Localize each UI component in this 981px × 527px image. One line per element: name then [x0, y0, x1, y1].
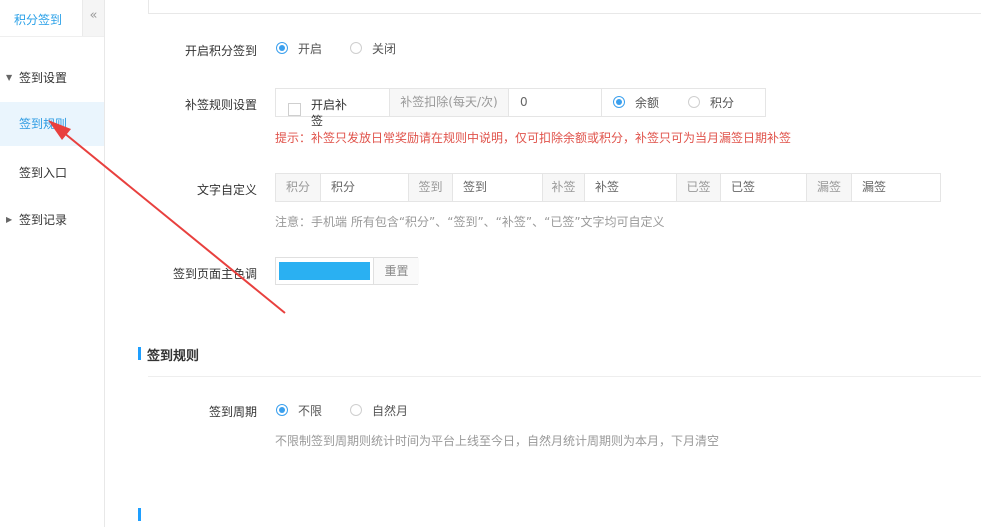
radio-unchecked-icon — [350, 404, 362, 416]
reset-color-button[interactable]: 重置 — [373, 258, 419, 284]
nav-group-label: 签到记录 — [19, 213, 68, 227]
app-title[interactable]: 积分签到 — [14, 11, 62, 28]
makeup-checkbox-label-1: 开启补 — [311, 98, 348, 112]
main-content: 开启积分签到 开启 关闭 补签规则设置 开启补 签 补签扣除(每天/次) 0 余… — [105, 0, 981, 527]
radio-checked-icon — [276, 404, 288, 416]
caret-right-icon: ▶ — [6, 215, 13, 224]
radio-unchecked-icon — [688, 96, 700, 108]
top-panel — [148, 0, 981, 14]
text-addon-sign: 签到 — [409, 174, 453, 201]
nav-group-label: 签到设置 — [19, 71, 68, 85]
section-title: 签到规则 — [147, 349, 200, 364]
sidebar: 积分签到 « ▼ 签到设置 签到规则 签到入口 ▶ 签到记录 — [0, 0, 105, 527]
sidebar-item-label: 签到规则 — [19, 117, 68, 131]
makeup-checkbox[interactable] — [288, 103, 301, 116]
text-input-makeup[interactable]: 补签 — [585, 174, 677, 201]
radio-label: 余额 — [635, 96, 660, 110]
text-addon-points: 积分 — [276, 174, 321, 201]
caret-down-icon: ▼ — [6, 73, 13, 82]
radio-unchecked-icon — [350, 42, 362, 54]
radio-label: 自然月 — [372, 404, 409, 418]
radio-checked-icon — [613, 96, 625, 108]
text-custom-note: 注意：手机端 所有包含“积分”、“签到”、“补签”、“已签”文字均可自定义 — [275, 215, 665, 229]
text-input-sign[interactable]: 签到 — [453, 174, 543, 201]
collapse-sidebar-button[interactable]: « — [82, 0, 104, 36]
radio-label: 不限 — [298, 404, 323, 418]
sign-cycle-note: 不限制签到周期则统计时间为平台上线至今日，自然月统计周期则为本月，下月清空 — [275, 434, 720, 448]
text-input-points[interactable]: 积分 — [321, 174, 409, 201]
theme-color-group: 重置 — [275, 257, 419, 285]
nav-group-settings[interactable]: ▼ 签到设置 — [0, 63, 104, 93]
deduct-input[interactable]: 0 — [508, 89, 601, 116]
radio-label: 关闭 — [372, 42, 397, 56]
text-addon-signed: 已签 — [677, 174, 721, 201]
section-divider — [148, 376, 981, 377]
deduct-addon: 补签扣除(每天/次) — [389, 89, 508, 116]
theme-color-label: 签到页面主色调 — [172, 267, 257, 281]
makeup-tip: 提示：补签只发放日常奖励请在规则中说明，仅可扣除余额或积分，补签只可为当月漏签日… — [275, 131, 792, 145]
color-picker-swatch[interactable] — [279, 262, 370, 280]
sidebar-item-sign-rules[interactable]: 签到规则 — [0, 102, 104, 146]
makeup-checkbox-label-2: 签 — [311, 114, 324, 128]
radio-label: 积分 — [710, 96, 735, 110]
text-addon-missed: 漏签 — [807, 174, 852, 201]
makeup-checkbox-cell[interactable]: 开启补 签 — [276, 89, 389, 128]
section-accent-bar — [138, 347, 141, 360]
text-custom-group: 积分 积分 签到 签到 补签 补签 已签 已签 漏签 漏签 — [275, 173, 941, 202]
makeup-rule-label: 补签规则设置 — [184, 98, 257, 112]
sidebar-item-sign-entry[interactable]: 签到入口 — [0, 151, 104, 195]
text-input-missed[interactable]: 漏签 — [852, 174, 940, 201]
makeup-rule-group: 开启补 签 补签扣除(每天/次) 0 余额 积分 — [275, 88, 766, 128]
sidebar-item-label: 签到入口 — [19, 166, 68, 180]
sign-cycle-label: 签到周期 — [208, 405, 257, 419]
section-accent-bar — [138, 508, 141, 521]
enable-sign-label: 开启积分签到 — [184, 44, 257, 58]
deduct-type-cell: 余额 积分 — [601, 89, 765, 116]
text-custom-label: 文字自定义 — [196, 183, 257, 197]
radio-label: 开启 — [298, 42, 323, 56]
radio-checked-icon — [276, 42, 288, 54]
nav-group-records[interactable]: ▶ 签到记录 — [0, 205, 104, 235]
text-addon-makeup: 补签 — [543, 174, 585, 201]
sidebar-header: 积分签到 « — [0, 0, 104, 37]
text-input-signed[interactable]: 已签 — [721, 174, 807, 201]
